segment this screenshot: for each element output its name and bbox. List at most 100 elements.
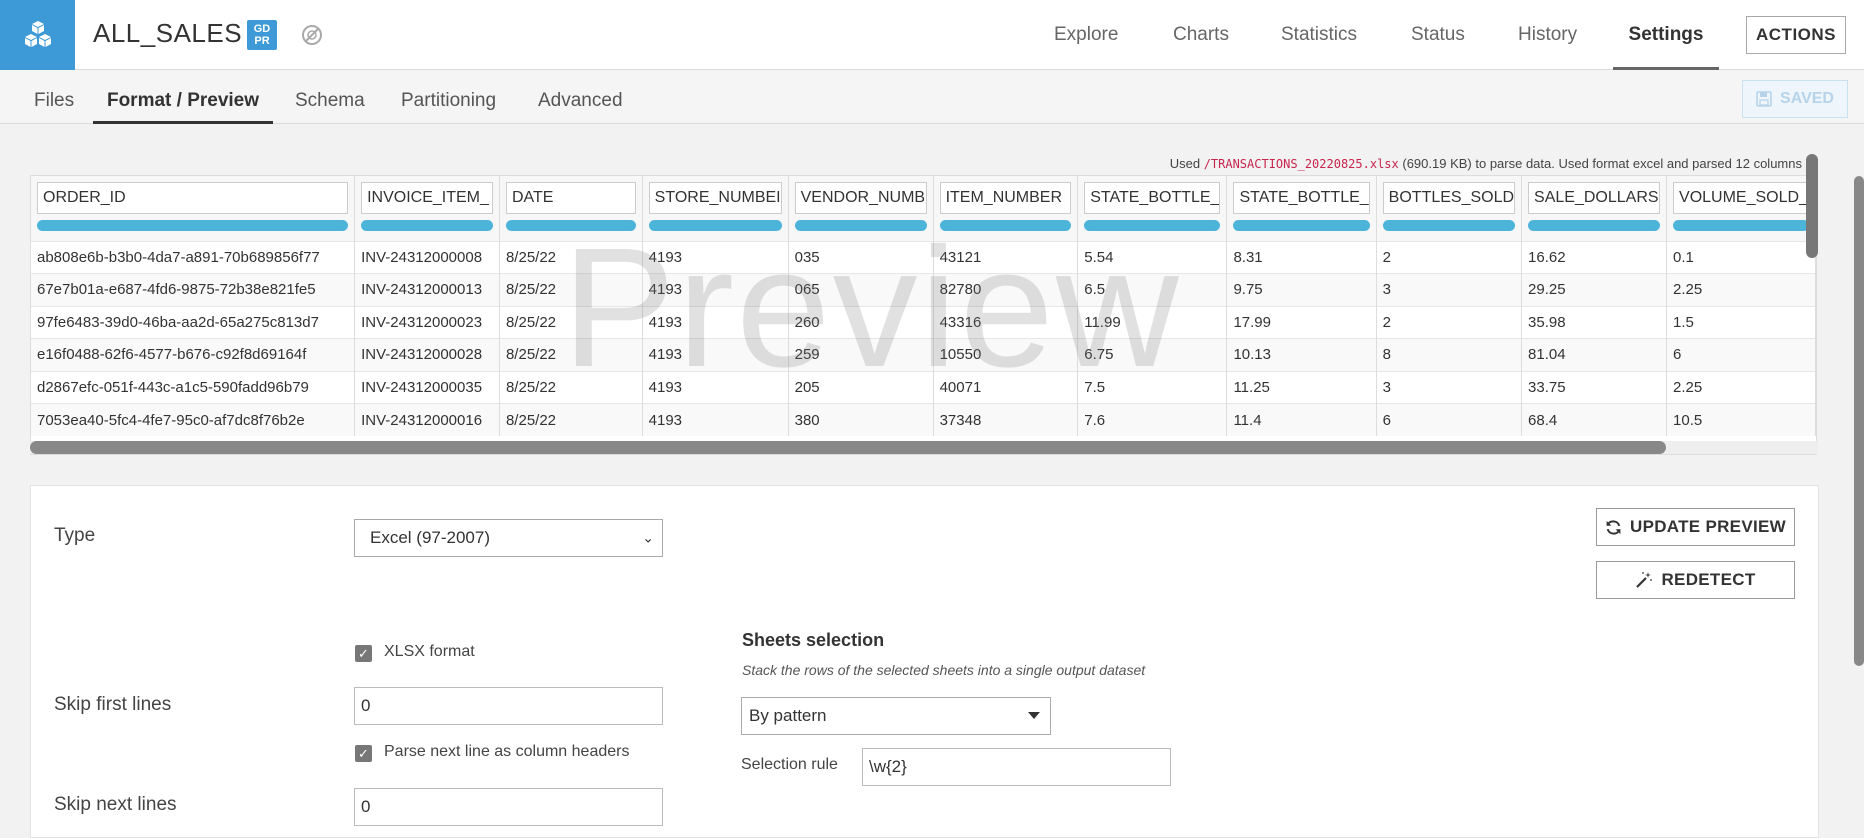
table-cell: 2: [1376, 240, 1523, 274]
selection-rule-label: Selection rule: [741, 756, 838, 773]
column-name[interactable]: ORDER_ID: [37, 182, 349, 214]
column-header[interactable]: VOLUME_SOLD_: [1666, 176, 1816, 241]
skip-first-lines-label: Skip first lines: [54, 694, 172, 715]
horizontal-scrollbar-thumb[interactable]: [30, 441, 1666, 454]
table-cell: ab808e6b-b3b0-4da7-a891-70b689856f77: [31, 240, 356, 274]
table-cell: 4193: [642, 240, 789, 274]
column-header[interactable]: VENDOR_NUMB: [788, 176, 934, 241]
tab-advanced[interactable]: Advanced: [538, 70, 623, 124]
column-header[interactable]: STORE_NUMBEI: [642, 176, 789, 241]
table-cell: 1.5: [1666, 305, 1816, 339]
table-row: e16f0488-62f6-4577-b676-c92f8d69164f INV-…: [31, 338, 1816, 371]
chevron-down-icon: ⌄: [642, 529, 654, 546]
dataset-icon[interactable]: [0, 0, 75, 70]
table-cell: 259: [788, 338, 934, 371]
gdpr-badge-bottom: PR: [254, 35, 270, 47]
preview-table-container[interactable]: ORDER_ID INVOICE_ITEM_ DATE STORE_NUMBEI VEN…: [30, 175, 1817, 455]
table-cell: 4193: [642, 403, 789, 436]
nav-settings[interactable]: Settings: [1613, 0, 1719, 70]
selection-rule-input[interactable]: \w{2}: [862, 748, 1171, 786]
table-cell: 4193: [642, 338, 789, 371]
tab-partitioning[interactable]: Partitioning: [401, 70, 496, 124]
type-select[interactable]: Excel (97-2007) ⌄: [354, 519, 663, 557]
column-quality-bar: [1528, 220, 1661, 231]
column-quality-bar: [939, 220, 1072, 231]
parse-info-file: /TRANSACTIONS_20220825.xlsx: [1203, 157, 1399, 171]
column-name[interactable]: SALE_DOLLARS: [1528, 182, 1661, 214]
table-cell: INV-24312000013: [354, 273, 500, 306]
column-name[interactable]: STATE_BOTTLE_: [1084, 182, 1221, 214]
table-cell: 8/25/22: [499, 240, 643, 274]
column-header[interactable]: STATE_BOTTLE_: [1077, 176, 1228, 241]
actions-button[interactable]: ACTIONS: [1746, 16, 1846, 54]
xlsx-format-label: XLSX format: [384, 643, 475, 660]
column-quality-bar: [648, 220, 782, 231]
tab-files[interactable]: Files: [34, 70, 74, 124]
page-vertical-scrollbar-thumb[interactable]: [1854, 176, 1864, 666]
table-cell: 68.4: [1521, 403, 1668, 436]
saved-button[interactable]: SAVED: [1742, 80, 1848, 118]
table-cell: 81.04: [1521, 338, 1668, 371]
nav-status[interactable]: Status: [1411, 0, 1465, 70]
nav-statistics[interactable]: Statistics: [1281, 0, 1357, 70]
column-name[interactable]: BOTTLES_SOLD: [1382, 182, 1516, 214]
redetect-label: REDETECT: [1661, 570, 1756, 589]
sheets-mode-select[interactable]: By pattern: [741, 697, 1051, 735]
skip-next-lines-input[interactable]: 0: [354, 788, 663, 826]
column-quality-bar: [361, 220, 493, 231]
table-body: ab808e6b-b3b0-4da7-a891-70b689856f77 INV-…: [31, 240, 1816, 436]
column-name[interactable]: DATE: [505, 182, 636, 214]
gdpr-badge[interactable]: GD PR: [247, 20, 277, 50]
refresh-icon: [1606, 519, 1621, 535]
skip-first-lines-input[interactable]: 0: [354, 687, 663, 725]
column-quality-bar: [1382, 220, 1516, 231]
table-cell: 2.25: [1666, 273, 1816, 306]
table-cell: 7053ea40-5fc4-4fe7-95c0-af7dc8f76b2e: [31, 403, 356, 436]
table-cell: 82780: [933, 273, 1079, 306]
table-cell: d2867efc-051f-443c-a1c5-590fadd96b79: [31, 370, 356, 404]
nav-explore[interactable]: Explore: [1054, 0, 1118, 70]
column-header[interactable]: DATE: [499, 176, 643, 241]
column-name[interactable]: ITEM_NUMBER: [939, 182, 1072, 214]
no-access-icon[interactable]: [300, 23, 324, 47]
type-label: Type: [54, 525, 96, 546]
sheets-selection-subtitle: Stack the rows of the selected sheets in…: [742, 662, 1146, 678]
table-cell: 43121: [933, 240, 1079, 274]
parse-info: Used /TRANSACTIONS_20220825.xlsx (690.19…: [900, 156, 1802, 171]
table-cell: 11.4: [1226, 403, 1377, 436]
column-name[interactable]: STATE_BOTTLE_: [1233, 182, 1370, 214]
horizontal-scrollbar[interactable]: [30, 441, 1818, 454]
table-cell: 3: [1376, 273, 1523, 306]
tab-schema[interactable]: Schema: [295, 70, 365, 124]
column-name[interactable]: STORE_NUMBEI: [648, 182, 782, 214]
column-header[interactable]: ORDER_ID: [31, 176, 356, 241]
table-cell: 8/25/22: [499, 305, 643, 339]
column-header[interactable]: ITEM_NUMBER: [933, 176, 1079, 241]
column-header[interactable]: BOTTLES_SOLD: [1376, 176, 1523, 241]
column-name[interactable]: VOLUME_SOLD_: [1673, 182, 1809, 214]
column-quality-bar: [1673, 220, 1809, 231]
table-cell: 260: [788, 305, 934, 339]
table-cell: 10550: [933, 338, 1079, 371]
nav-charts[interactable]: Charts: [1173, 0, 1229, 70]
update-preview-label: UPDATE PREVIEW: [1630, 517, 1786, 536]
table-row: ab808e6b-b3b0-4da7-a891-70b689856f77 INV-…: [31, 240, 1816, 274]
table-vertical-scrollbar-thumb[interactable]: [1806, 154, 1818, 258]
table-cell: 11.99: [1077, 305, 1228, 339]
update-preview-button[interactable]: UPDATE PREVIEW: [1596, 508, 1795, 546]
tab-format-preview[interactable]: Format / Preview: [93, 70, 273, 124]
column-name[interactable]: VENDOR_NUMB: [794, 182, 927, 214]
column-header[interactable]: INVOICE_ITEM_: [354, 176, 500, 241]
column-header[interactable]: STATE_BOTTLE_: [1226, 176, 1377, 241]
table-cell: INV-24312000016: [354, 403, 500, 436]
nav-history[interactable]: History: [1518, 0, 1577, 70]
preview-table: ORDER_ID INVOICE_ITEM_ DATE STORE_NUMBEI VEN…: [31, 176, 1816, 436]
xlsx-format-checkbox[interactable]: ✓: [355, 645, 372, 662]
table-cell: 8.31: [1226, 240, 1377, 274]
parse-headers-checkbox[interactable]: ✓: [355, 745, 372, 762]
column-name[interactable]: INVOICE_ITEM_: [361, 182, 493, 214]
column-header[interactable]: SALE_DOLLARS: [1521, 176, 1668, 241]
saved-label: SAVED: [1780, 90, 1834, 107]
redetect-button[interactable]: REDETECT: [1596, 561, 1795, 599]
dataset-name[interactable]: ALL_SALES: [93, 18, 242, 49]
